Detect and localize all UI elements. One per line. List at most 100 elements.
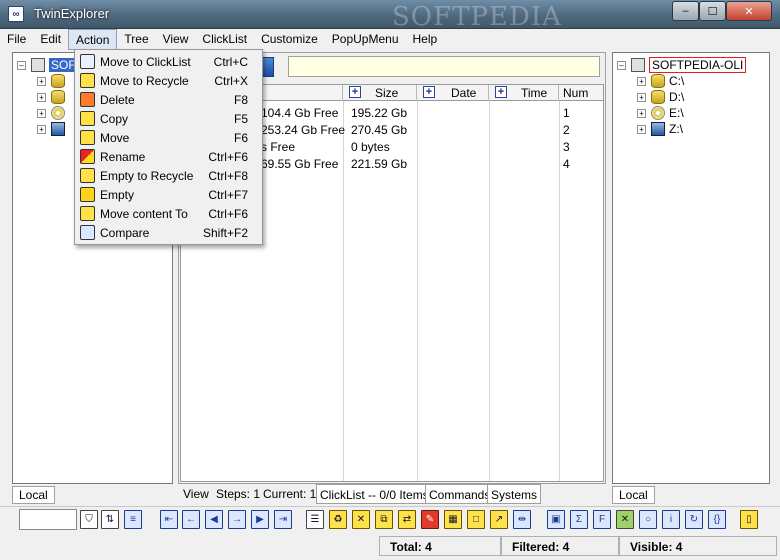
expand-icon[interactable]: + <box>637 92 646 102</box>
refresh-icon[interactable]: ↻ <box>685 510 703 529</box>
menu-item-copy[interactable]: Copy F5 <box>77 109 260 128</box>
tree-drive-row[interactable]: + <box>37 89 69 105</box>
tree-drive-row[interactable]: + E:\ <box>637 105 684 121</box>
menu-popupmenu[interactable]: PopUpMenu <box>325 29 406 50</box>
menu-item-empty-to-recycle[interactable]: Empty to Recycle Ctrl+F8 <box>77 166 260 185</box>
circle-icon[interactable]: ○ <box>639 510 657 529</box>
move-icon <box>80 130 95 145</box>
menu-edit[interactable]: Edit <box>33 29 68 50</box>
braces-icon[interactable]: {} <box>708 510 726 529</box>
rename-icon <box>80 149 95 164</box>
tab-local-right[interactable]: Local <box>612 486 655 504</box>
command-input[interactable] <box>19 509 77 530</box>
select-all-icon[interactable]: ▣ <box>547 510 565 529</box>
sort-icon[interactable]: ⇅ <box>101 510 119 529</box>
bookmark-icon[interactable]: ▯ <box>740 510 758 529</box>
tree-drive-row[interactable]: + <box>37 105 69 121</box>
menu-item-delete[interactable]: Delete F8 <box>77 90 260 109</box>
tree-drive-row[interactable]: + C:\ <box>637 73 684 89</box>
compare-icon[interactable]: ⇹ <box>513 510 531 529</box>
forward-icon[interactable]: → <box>228 510 246 529</box>
rename-icon[interactable]: ✎ <box>421 510 439 529</box>
tools-icon[interactable]: ✕ <box>616 510 634 529</box>
menu-tree[interactable]: Tree <box>117 29 155 50</box>
close-button[interactable]: ✕ <box>726 1 772 21</box>
find-icon[interactable]: F <box>593 510 611 529</box>
clicklist-icon[interactable]: ☰ <box>306 510 324 529</box>
menu-item-rename[interactable]: Rename Ctrl+F6 <box>77 147 260 166</box>
steps-label: Steps: 1 <box>216 487 261 501</box>
copy-icon <box>80 111 95 126</box>
column-date[interactable]: + Date <box>417 85 489 101</box>
center-tabs: View Steps: 1 Current: 1 ClickList -- 0/… <box>178 484 606 504</box>
minimize-button[interactable]: – <box>672 1 699 21</box>
first-icon[interactable]: ⇤ <box>160 510 178 529</box>
expand-icon[interactable]: + <box>637 108 646 118</box>
twinexplorer-icon: ∞ <box>8 6 24 22</box>
tree-drive-row[interactable]: + D:\ <box>637 89 684 105</box>
add-column-icon[interactable]: + <box>423 86 435 98</box>
add-column-icon[interactable]: + <box>349 86 361 98</box>
menu-customize[interactable]: Customize <box>254 29 325 50</box>
menu-item-compare[interactable]: Compare Shift+F2 <box>77 223 260 242</box>
tree-drive-row[interactable]: + <box>37 121 69 137</box>
action-menu: Move to ClickList Ctrl+C Move to Recycle… <box>74 49 263 245</box>
add-column-icon[interactable]: + <box>495 86 507 98</box>
tab-systems[interactable]: Systems <box>487 484 542 504</box>
expand-icon[interactable]: + <box>37 108 46 118</box>
expand-icon[interactable]: + <box>637 76 646 86</box>
tab-view[interactable]: View <box>180 484 212 504</box>
menu-item-move-to-clicklist[interactable]: Move to ClickList Ctrl+C <box>77 52 260 71</box>
filtered-count: Filtered: 4 <box>501 536 619 556</box>
right-tree-panel[interactable]: – SOFTPEDIA-OLI + C:\ + D:\ + E:\ + Z:\ <box>612 52 770 484</box>
move-icon[interactable]: ⇄ <box>398 510 416 529</box>
expand-icon[interactable]: + <box>37 92 46 102</box>
column-size[interactable]: + Size <box>343 85 417 101</box>
options-icon[interactable]: ≡ <box>124 510 142 529</box>
collapse-icon[interactable]: – <box>617 60 626 70</box>
drive-label: E:\ <box>669 106 684 120</box>
tree-root-row[interactable]: – SOFTPEDIA-OLI <box>617 57 747 73</box>
delete-icon <box>80 92 95 107</box>
menu-clicklist[interactable]: ClickList <box>195 29 254 50</box>
menu-item-move-content-to[interactable]: Move content To Ctrl+F6 <box>77 204 260 223</box>
expand-icon[interactable]: + <box>637 124 646 134</box>
column-num[interactable]: Num <box>559 85 603 101</box>
empty-recycle-icon[interactable]: ▦ <box>444 510 462 529</box>
menu-help[interactable]: Help <box>406 29 445 50</box>
previous-icon[interactable]: ◀ <box>205 510 223 529</box>
bottom-toolbar: ⛉ ⇅ ≡ ⇤ ← ◀ → ▶ ⇥ ☰ ♻ ✕ ⧉ ⇄ ✎ ▦ □ ↗ ⇹ ▣ … <box>0 506 780 532</box>
menu-item-move[interactable]: Move F6 <box>77 128 260 147</box>
menu-file[interactable]: File <box>0 29 33 50</box>
info-icon[interactable]: i <box>662 510 680 529</box>
total-count: Total: 4 <box>379 536 501 556</box>
move-content-icon[interactable]: ↗ <box>490 510 508 529</box>
menu-item-move-to-recycle[interactable]: Move to Recycle Ctrl+X <box>77 71 260 90</box>
delete-icon[interactable]: ✕ <box>352 510 370 529</box>
next-icon[interactable]: ▶ <box>251 510 269 529</box>
column-time[interactable]: + Time <box>489 85 559 101</box>
path-input[interactable] <box>288 56 600 77</box>
maximize-button[interactable]: ☐ <box>699 1 726 21</box>
tab-commands[interactable]: Commands <box>425 484 495 504</box>
expand-icon[interactable]: + <box>37 124 46 134</box>
tab-local-left[interactable]: Local <box>12 486 55 504</box>
expand-icon[interactable]: + <box>37 76 46 86</box>
tab-clicklist[interactable]: ClickList -- 0/0 Items <box>316 484 433 504</box>
menu-view[interactable]: View <box>156 29 196 50</box>
menu-item-empty[interactable]: Empty Ctrl+F7 <box>77 185 260 204</box>
tree-drive-row[interactable]: + Z:\ <box>637 121 683 137</box>
copy-icon[interactable]: ⧉ <box>375 510 393 529</box>
empty-icon[interactable]: □ <box>467 510 485 529</box>
last-icon[interactable]: ⇥ <box>274 510 292 529</box>
collapse-icon[interactable]: – <box>17 60 26 70</box>
tree-drive-row[interactable]: + <box>37 73 69 89</box>
drive-icon <box>651 74 665 88</box>
empty-icon <box>80 187 95 202</box>
back-icon[interactable]: ← <box>182 510 200 529</box>
menu-action[interactable]: Action <box>68 29 118 50</box>
recycle-icon[interactable]: ♻ <box>329 510 347 529</box>
filter-icon[interactable]: ⛉ <box>80 510 98 529</box>
sum-icon[interactable]: Σ <box>570 510 588 529</box>
tree-root-row[interactable]: – SOF <box>17 57 78 73</box>
